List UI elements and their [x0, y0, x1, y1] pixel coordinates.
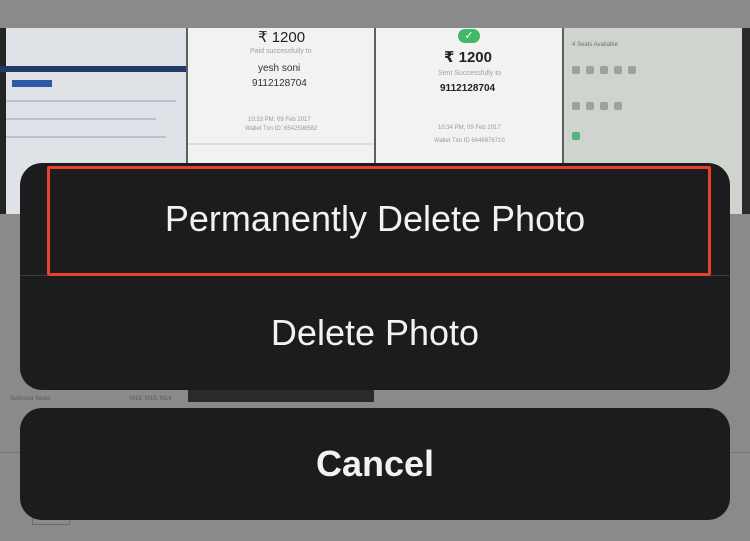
thumbnail-line — [6, 100, 176, 102]
seat-icon — [586, 66, 594, 74]
sent-phone: 9112128704 — [440, 83, 496, 94]
receipt-amount: ₹ 1200 — [258, 29, 306, 46]
delete-photo-button[interactable]: Delete Photo — [20, 276, 730, 390]
permanently-delete-photo-button[interactable]: Permanently Delete Photo — [20, 163, 730, 275]
seat-icon — [600, 102, 608, 110]
thumbnail-button — [12, 80, 52, 87]
thumbnail-frame — [742, 28, 750, 214]
receipt-phone: 9112128704 — [252, 78, 307, 89]
sent-amount: ₹ 1200 — [444, 49, 492, 66]
receipt-name: yesh soni — [258, 63, 301, 74]
receipt-divider — [188, 143, 374, 145]
seat-icon — [586, 102, 594, 110]
sent-txn-id: Wallet Txn ID 6446976710 — [434, 138, 505, 144]
seat-icon — [572, 102, 580, 110]
seat-icon — [614, 102, 622, 110]
receipt-txn-id: Wallet Txn ID: 6542598582 — [245, 126, 318, 132]
thumbnail-header-bar — [0, 66, 186, 72]
cancel-button[interactable]: Cancel — [20, 408, 730, 520]
action-sheet-options: Permanently Delete Photo Delete Photo — [20, 163, 730, 390]
receipt-caption: Paid successfully to — [250, 48, 312, 55]
seat-icon — [572, 66, 580, 74]
thumbnail-frame — [0, 28, 6, 214]
sent-caption: Sent Successfully to — [438, 70, 502, 77]
seat-icon — [614, 66, 622, 74]
seat-icon — [628, 66, 636, 74]
selected-seats-label: Selected Seats — [10, 396, 51, 402]
thumbnail-line — [6, 118, 156, 120]
thumbnail-line — [6, 136, 166, 138]
check-icon: ✓ — [458, 29, 480, 43]
seat-codes: M16, M15, M14 — [130, 396, 172, 402]
seats-available-label: 4 Seats Available — [572, 42, 618, 48]
sent-time: 10:34 PM, 09 Feb 2017 — [438, 125, 501, 131]
receipt-time: 10:33 PM, 09 Feb 2017 — [248, 117, 311, 123]
seat-icon — [600, 66, 608, 74]
seat-icon — [572, 132, 580, 140]
